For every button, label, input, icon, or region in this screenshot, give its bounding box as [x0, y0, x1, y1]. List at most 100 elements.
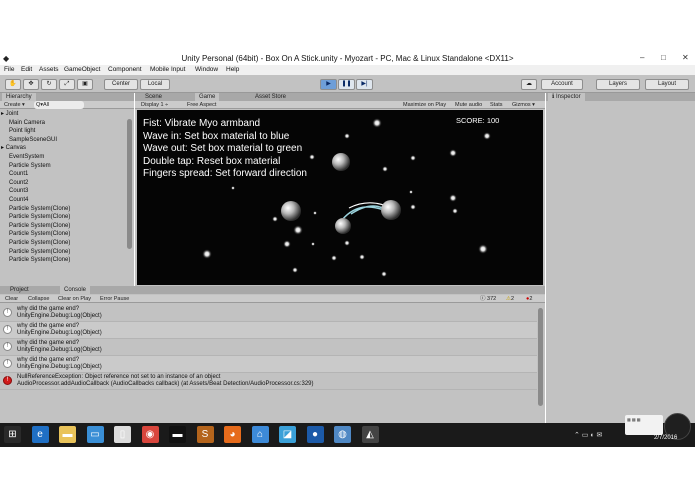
collapse-toggle[interactable]: Collapse	[28, 295, 49, 303]
hierarchy-item[interactable]: Count3	[0, 187, 126, 196]
tab-console[interactable]: Console	[60, 286, 91, 294]
hierarchy-item[interactable]: ▸ Canvas	[0, 144, 126, 153]
console-entry[interactable]: ! NullReferenceException: Object referenc…	[0, 373, 537, 390]
hierarchy-item[interactable]: Particle System(Clone)	[0, 213, 126, 222]
play-button[interactable]: ▶	[320, 79, 337, 90]
layers-dropdown[interactable]: Layers	[596, 79, 640, 90]
console-entry[interactable]: ! why did the game end? UnityEngine.Debug:…	[0, 339, 537, 356]
tab-scene[interactable]: Scene	[141, 93, 166, 101]
tab-asset-store[interactable]: Asset Store	[251, 93, 290, 101]
notification-popup[interactable]: ▦ ▦ ▦	[625, 415, 663, 435]
particle	[231, 186, 235, 190]
maximize-button[interactable]: □	[661, 53, 666, 62]
console-stacktrace: AudioProcessor.addAudioCallback (AudioCa…	[17, 381, 314, 387]
aspect-dropdown[interactable]: Free Aspect	[187, 101, 216, 109]
hierarchy-item[interactable]: Count4	[0, 196, 126, 205]
network-icon[interactable]: ◍	[334, 426, 351, 443]
rotate-tool-button[interactable]: ↻	[41, 79, 57, 90]
hierarchy-scrollbar[interactable]	[127, 119, 132, 249]
hierarchy-item[interactable]: Particle System(Clone)	[0, 205, 126, 214]
ie-icon[interactable]: e	[31, 426, 49, 443]
maximize-on-play-toggle[interactable]: Maximize on Play	[403, 101, 446, 109]
menu-edit[interactable]: Edit	[21, 66, 32, 73]
menu-assets[interactable]: Assets	[39, 66, 59, 73]
globe-icon[interactable]: ●	[306, 426, 324, 443]
error-count-toggle[interactable]: ●2	[526, 295, 532, 303]
hierarchy-item[interactable]: Particle System(Clone)	[0, 256, 126, 265]
pause-button[interactable]: ❚❚	[338, 79, 355, 90]
hierarchy-item[interactable]: Particle System(Clone)	[0, 230, 126, 239]
firefox-icon[interactable]: ◕	[224, 426, 241, 443]
docs-icon[interactable]: ◪	[279, 426, 296, 443]
scale-tool-button[interactable]: ⤢	[59, 79, 75, 90]
tab-game[interactable]: Game	[195, 93, 220, 101]
rect-tool-button[interactable]: ▣	[77, 79, 93, 90]
hierarchy-item[interactable]: ▸ Joint	[0, 110, 126, 119]
hierarchy-item[interactable]: Particle System(Clone)	[0, 239, 126, 248]
cloud-button[interactable]: ☁	[521, 79, 537, 90]
layout-dropdown[interactable]: Layout	[645, 79, 689, 90]
hierarchy-item[interactable]: Count1	[0, 170, 126, 179]
clear-button[interactable]: Clear	[5, 295, 18, 303]
menu-mobile-input[interactable]: Mobile Input	[150, 66, 185, 73]
game-viewport[interactable]: Fist: Vibrate Myo armband Wave in: Set b…	[137, 110, 543, 285]
hierarchy-item[interactable]: Particle System(Clone)	[0, 222, 126, 231]
hand-tool-button[interactable]: ✋	[5, 79, 21, 90]
clear-on-play-toggle[interactable]: Clear on Play	[58, 295, 91, 303]
tab-hierarchy[interactable]: Hierarchy	[2, 93, 36, 101]
close-button[interactable]: ✕	[682, 53, 689, 62]
hierarchy-search-input[interactable]: Q▾All	[34, 101, 84, 109]
pivot-local-button[interactable]: Local	[140, 79, 170, 90]
system-clock[interactable]: 2/7/2016	[654, 435, 677, 441]
particle	[452, 208, 458, 214]
file-icon[interactable]: ▯	[114, 426, 131, 443]
mute-audio-toggle[interactable]: Mute audio	[455, 101, 482, 109]
step-button[interactable]: ▶|	[356, 79, 373, 90]
account-dropdown[interactable]: Account	[541, 79, 583, 90]
info-count-toggle[interactable]: ⓘ 372	[480, 295, 496, 303]
particle	[283, 240, 291, 248]
console-entry[interactable]: ! why did the game end? UnityEngine.Debug:…	[0, 356, 537, 373]
hierarchy-item[interactable]: Particle System(Clone)	[0, 248, 126, 257]
menu-gameobject[interactable]: GameObject	[64, 66, 101, 73]
terminal-icon[interactable]: ▬	[169, 426, 186, 443]
console-entry[interactable]: ! why did the game end? UnityEngine.Debug:…	[0, 305, 537, 322]
menu-file[interactable]: File	[4, 66, 14, 73]
pivot-center-button[interactable]: Center	[104, 79, 138, 90]
step-icon: ▶|	[361, 81, 368, 87]
hierarchy-item[interactable]: Count2	[0, 179, 126, 188]
hierarchy-item[interactable]: EventSystem	[0, 153, 126, 162]
console-scrollbar[interactable]	[538, 308, 543, 406]
hierarchy-item[interactable]: SampleSceneGUI	[0, 136, 126, 145]
menu-help[interactable]: Help	[226, 66, 239, 73]
create-dropdown[interactable]: Create ▾	[4, 101, 25, 109]
gizmos-dropdown[interactable]: Gizmos ▾	[512, 101, 535, 109]
hand-icon: ✋	[9, 81, 17, 87]
tab-inspector[interactable]: ℹ Inspector	[548, 93, 585, 101]
hierarchy-item[interactable]: Main Camera	[0, 119, 126, 128]
hierarchy-item[interactable]: Particle System	[0, 162, 126, 171]
explorer-icon[interactable]: ▬	[59, 426, 76, 443]
console-entry[interactable]: ! why did the game end? UnityEngine.Debug:…	[0, 322, 537, 339]
error-pause-toggle[interactable]: Error Pause	[100, 295, 129, 303]
play-icon: ▶	[326, 81, 331, 87]
tray-icons[interactable]: ⌃ ▭ ◐ ✉	[574, 431, 602, 439]
sublime-icon[interactable]: S	[196, 426, 214, 443]
warn-count-toggle[interactable]: ⚠2	[506, 295, 514, 303]
inspector-panel: ℹ Inspector	[546, 93, 695, 423]
menu-window[interactable]: Window	[195, 66, 218, 73]
console-message: why did the game end?	[17, 340, 80, 346]
display-dropdown[interactable]: Display 1 ÷	[141, 101, 168, 109]
start-icon[interactable]: ⊞	[4, 426, 21, 443]
minimize-button[interactable]: –	[640, 53, 644, 62]
inspector-tab-label: Inspector	[555, 94, 581, 100]
chrome-icon[interactable]: ◉	[141, 426, 159, 443]
move-tool-button[interactable]: ✥	[23, 79, 39, 90]
remote-icon[interactable]: ▭	[86, 426, 104, 443]
stats-toggle[interactable]: Stats	[490, 101, 503, 109]
home-icon[interactable]: ⌂	[251, 426, 269, 443]
tab-project[interactable]: Project	[6, 286, 33, 294]
menu-component[interactable]: Component	[108, 66, 142, 73]
hierarchy-item[interactable]: Point light	[0, 127, 126, 136]
unity-icon[interactable]: ◭	[361, 426, 379, 443]
